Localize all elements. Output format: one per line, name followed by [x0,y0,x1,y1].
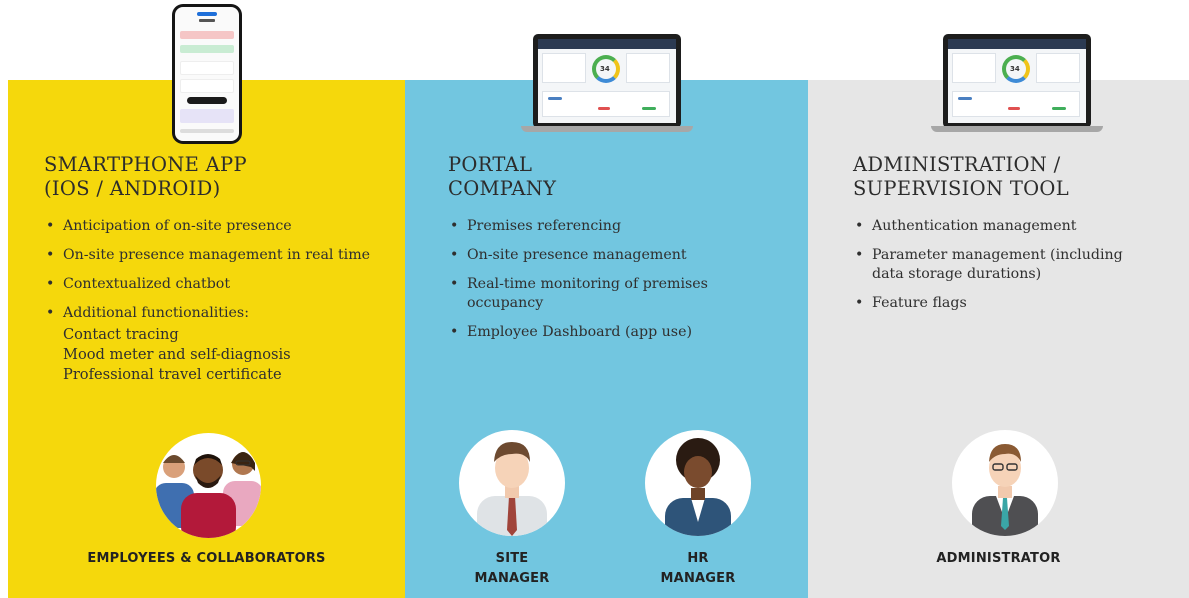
portal-feature-item: Employee Dashboard (app use) [448,323,793,342]
hr-manager-label-line2: MANAGER [660,571,736,586]
phone-card-icon [180,79,234,93]
admin-gauge-value: 34 [1010,65,1020,73]
phone-screen [175,7,239,141]
phone-tabbar-icon [180,129,234,133]
portal-laptop-lid: 34 [533,34,681,128]
admin-feature-item: Feature flags [853,294,1168,313]
phone-alert-icon [180,31,234,39]
hr-manager-label-line1: HR [687,551,709,566]
admin-screen-table [952,91,1080,117]
hr-manager-role-label: HR MANAGER [645,549,751,589]
app-subfeature-list: Contact tracing Mood meter and self-diag… [63,325,389,385]
smartphone-app-panel: SMARTPHONE APP (IOS / ANDROID) Anticipat… [8,80,405,598]
portal-laptop-mockup: 34 [521,34,693,134]
app-subfeature-item: Contact tracing [63,326,179,343]
portal-screen-card [542,53,586,83]
administrator-illustration [972,444,1038,536]
admin-feature-list: Authentication management Parameter mana… [853,217,1168,323]
administrator-role-label: ADMINISTRATOR [936,551,1061,566]
app-title-line1: SMARTPHONE APP [44,153,247,176]
portal-screen-table [542,91,670,117]
app-subfeature-item: Professional travel certificate [63,366,282,383]
portal-feature-item: Premises referencing [448,217,793,236]
admin-feature-item: Authentication management [853,217,1168,236]
admin-screen-pill [1008,107,1020,110]
portal-screen-pill [548,97,562,100]
phone-button-icon [187,97,227,104]
admin-laptop-screen: 34 [948,39,1086,123]
app-title: SMARTPHONE APP (IOS / ANDROID) [44,153,247,201]
app-feature-item: On-site presence management in real time [44,246,374,265]
employees-illustration [156,452,261,538]
portal-feature-item: On-site presence management [448,246,793,265]
portal-feature-item: Real-time monitoring of premises occupan… [448,275,768,313]
portal-screen-pill [598,107,610,110]
portal-title-line1: PORTAL [448,153,533,176]
admin-screen-topbar [948,39,1086,49]
admin-feature-item: Parameter management (including data sto… [853,246,1153,284]
hr-manager-illustration [665,438,731,536]
portal-company-panel: PORTAL COMPANY Premises referencing On-s… [405,80,808,598]
portal-screen-pill [642,107,656,110]
admin-title-line1: ADMINISTRATION / [853,153,1061,176]
site-manager-label-line1: SITE [495,551,529,566]
admin-laptop-mockup: 34 [931,34,1103,134]
phone-banner-icon [180,109,234,123]
portal-title: PORTAL COMPANY [448,153,556,201]
portal-feature-list: Premises referencing On-site presence ma… [448,217,793,352]
admin-title: ADMINISTRATION / SUPERVISION TOOL [853,153,1069,201]
smartphone-mockup [172,4,242,144]
phone-header-icon [199,19,215,22]
admin-screen-card [1036,53,1080,83]
phone-card-icon [180,61,234,75]
portal-laptop-screen: 34 [538,39,676,123]
site-manager-role-label: SITE MANAGER [459,549,565,589]
employees-role-label: EMPLOYEES & COLLABORATORS [87,551,326,566]
app-feature-item: Contextualized chatbot [44,275,389,294]
app-feature-item: Additional functionalities: Contact trac… [44,304,389,385]
app-feature-label: Additional functionalities: [63,305,249,321]
portal-screen-card [626,53,670,83]
app-feature-list: Anticipation of on-site presence On-site… [44,217,389,385]
site-manager-avatar-circle [459,430,565,536]
hr-manager-avatar-circle [645,430,751,536]
portal-laptop-base [521,126,693,132]
admin-screen-pill [1052,107,1066,110]
phone-status-icon [180,45,234,53]
portal-gauge-value: 34 [600,65,610,73]
app-title-line2: (IOS / ANDROID) [44,177,221,200]
admin-screen-card [952,53,996,83]
portal-title-line2: COMPANY [448,177,557,200]
administrator-avatar-circle [952,430,1058,536]
admin-laptop-base [931,126,1103,132]
admin-laptop-lid: 34 [943,34,1091,128]
employees-avatar-circle [156,433,261,538]
portal-screen-topbar [538,39,676,49]
app-subfeature-item: Mood meter and self-diagnosis [63,346,291,363]
admin-title-line2: SUPERVISION TOOL [853,177,1069,200]
admin-screen-pill [958,97,972,100]
app-feature-item: Anticipation of on-site presence [44,217,389,236]
admin-supervision-panel: ADMINISTRATION / SUPERVISION TOOL Authen… [808,80,1189,598]
site-manager-illustration [477,442,547,536]
site-manager-label-line2: MANAGER [474,571,550,586]
phone-logo-icon [197,12,217,16]
